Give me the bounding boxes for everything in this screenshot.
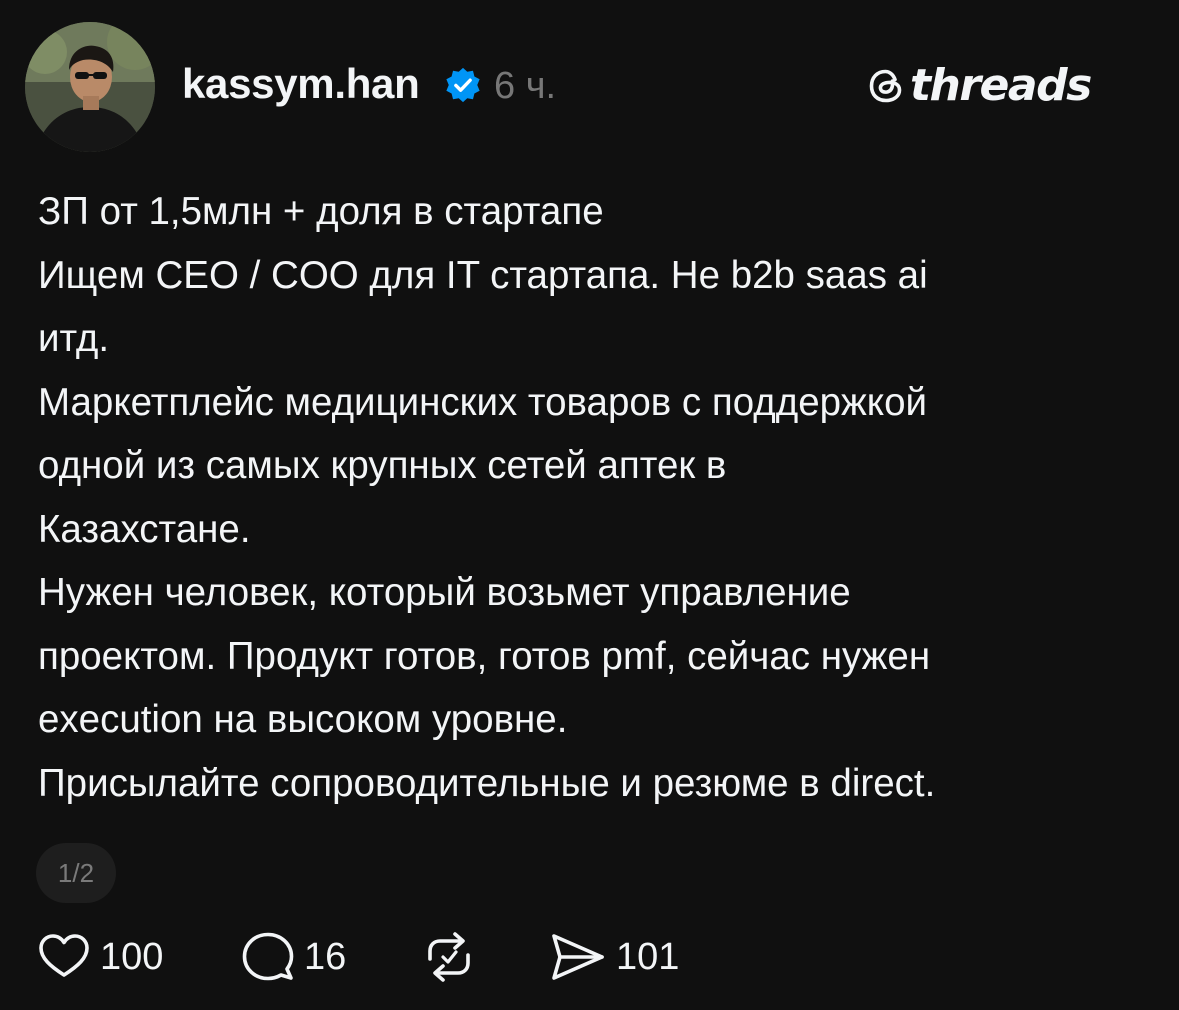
post-time: 6 ч. [494,65,557,107]
username[interactable]: kassym.han [182,58,420,110]
verified-badge-icon [446,67,480,103]
brand-name: threads [910,60,1092,111]
threads-logo-icon [869,69,902,103]
avatar[interactable] [25,22,155,152]
repost-button[interactable] [420,925,486,989]
post-text-line: Нужен человек, который возьмет управлени… [38,571,851,614]
post-text-line: execution на высоком уровне. [38,698,568,741]
like-count: 100 [100,936,164,978]
thread-post: kassym.han 6 ч. threads ЗП от 1,5млн + д… [0,0,1179,1010]
share-count: 101 [616,936,680,978]
post-text-line: проектом. Продукт готов, готов pmf, сейч… [38,634,931,678]
threads-brand: threads [866,60,1092,112]
post-body: ЗП от 1,5млн + доля в стартапе Ищем CEO … [38,180,1158,815]
avatar-image [25,22,155,152]
post-text-line: Присылайте сопроводительные и резюме в d… [38,761,936,805]
repost-icon [428,932,470,982]
comment-bubble-icon [242,932,294,981]
post-text-line: Казахстане. [38,507,251,551]
heart-icon [39,934,89,977]
post-text-line: одной из самых крупных сетей аптек в [38,444,727,487]
post-text-line: ЗП от 1,5млн + доля в стартапе [38,190,604,233]
post-text-line: итд. [38,317,110,360]
send-icon [552,934,604,980]
comment-count: 16 [304,936,347,978]
post-text-line: Ищем CEO / COO для IT стартапа. Не b2b s… [38,253,928,297]
like-button[interactable]: 100 [36,925,163,989]
comment-button[interactable]: 16 [240,925,346,989]
page-indicator: 1/2 [36,843,116,903]
post-text-line: Маркетплейс медицинских товаров с поддер… [38,380,927,424]
share-button[interactable]: 101 [548,925,679,989]
